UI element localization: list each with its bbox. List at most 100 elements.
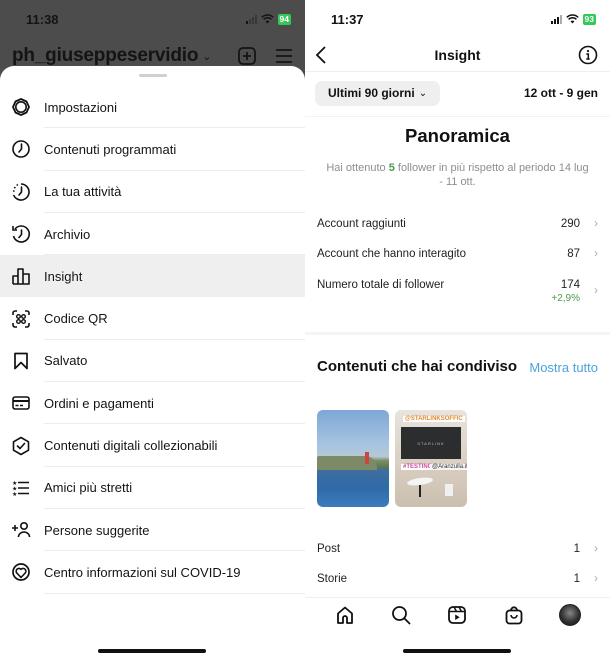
date-range: 12 ott - 9 gen (523, 86, 598, 100)
stat-value: 174 (560, 279, 580, 291)
close-friends-list-icon: ★ ★ ★ (11, 478, 31, 498)
menu-item-label: La tua attività (44, 184, 122, 200)
status-time: 11:37 (331, 11, 364, 27)
verified-check-icon (11, 436, 31, 456)
home-indicator[interactable] (98, 649, 206, 653)
wifi-icon (260, 14, 274, 24)
battery-indicator: 94 (277, 13, 291, 25)
story-mention-tag: @STARLINKSOFFIC (403, 416, 465, 422)
account-switcher[interactable]: ph_giuseppeservidio (12, 45, 198, 67)
clock-icon (11, 139, 31, 159)
tab-profile[interactable] (558, 603, 581, 626)
search-icon (392, 605, 411, 624)
menu-item-label: Contenuti programmati (44, 141, 177, 157)
activity-clock-icon (11, 182, 31, 202)
archive-history-icon (11, 224, 31, 244)
menu-item-label: Salvato (44, 353, 88, 369)
sheet-grabber[interactable] (139, 74, 167, 77)
stat-row-account-interagito[interactable]: Account che hanno interagito 87 › (317, 248, 598, 260)
credit-card-icon (11, 393, 31, 413)
story-thumbnail[interactable]: @STARLINKSOFFIC STARLINK #TESTING @Aranz… (395, 410, 467, 507)
back-chevron-icon[interactable] (315, 45, 327, 65)
menu-item-label: Codice QR (44, 311, 108, 327)
menu-item-impostazioni[interactable]: Impostazioni (0, 86, 305, 129)
menu-item-insight[interactable]: Insight (0, 255, 305, 298)
menu-item-codice-qr[interactable]: Codice QR (0, 297, 305, 341)
menu-item-contenuti-digitali-collezionabili[interactable]: Contenuti digitali collezionabili (0, 424, 305, 467)
period-label: Ultimi 90 giorni (328, 86, 415, 100)
plus-square-icon[interactable] (237, 46, 257, 66)
menu-item-label: Centro informazioni sul COVID-19 (44, 564, 241, 580)
menu-item-la-tua-attivita[interactable]: La tua attività (0, 171, 305, 214)
menu-item-salvato[interactable]: Salvato (0, 340, 305, 383)
tab-shop[interactable] (503, 604, 525, 626)
profile-avatar-icon (558, 603, 581, 626)
menu-item-label: Amici più stretti (44, 480, 133, 496)
status-bar: 11:37 93 (305, 0, 610, 38)
period-dropdown[interactable]: Ultimi 90 giorni ⌄ (315, 80, 441, 106)
menu-item-archivio[interactable]: Archivio (0, 213, 305, 256)
menu-item-label: Insight (44, 268, 83, 284)
divider (305, 116, 610, 117)
reels-icon (448, 605, 467, 624)
menu-item-contenuti-programmati[interactable]: Contenuti programmati (0, 128, 305, 171)
shared-content-title: Contenuti che hai condiviso (317, 358, 518, 375)
add-person-icon (11, 520, 31, 540)
tab-search[interactable] (390, 604, 412, 626)
cellular-signal-icon (550, 14, 562, 24)
chevron-down-icon[interactable]: ⌄ (202, 50, 211, 63)
chevron-right-icon: › (594, 573, 598, 585)
stat-row-account-raggiunti[interactable]: Account raggiunti 290 › (317, 218, 598, 230)
date-filter-row: Ultimi 90 giorni ⌄ 12 ott - 9 gen (315, 80, 598, 106)
menu-item-label: Impostazioni (44, 99, 117, 115)
shared-content-thumbnails: @STARLINKSOFFIC STARLINK #TESTING @Aranz… (317, 410, 467, 507)
battery-indicator: 93 (582, 13, 596, 25)
count-row-post[interactable]: Post 1 › (317, 543, 598, 555)
menu-item-label: Ordini e pagamenti (44, 395, 154, 411)
section-divider (305, 332, 610, 335)
hamburger-menu-icon[interactable] (275, 48, 293, 64)
post-thumbnail[interactable] (317, 410, 389, 507)
page-title: Insight (434, 46, 481, 63)
show-all-link[interactable]: Mostra tutto (529, 360, 598, 375)
bar-chart-icon (11, 266, 31, 286)
chevron-right-icon: › (594, 543, 598, 555)
wifi-icon (565, 14, 579, 24)
tab-home[interactable] (334, 604, 356, 626)
covid-heart-icon (11, 562, 31, 582)
stat-value: 290 (560, 218, 580, 230)
menu-bottom-sheet: Impostazioni Contenuti programmati La tu… (0, 66, 305, 660)
chevron-right-icon: › (594, 285, 598, 297)
cellular-signal-icon (245, 14, 257, 24)
count-value: 1 (573, 573, 580, 585)
tab-reels[interactable] (446, 604, 468, 626)
menu-item-persone-suggerite[interactable]: Persone suggerite (0, 509, 305, 552)
svg-text:★: ★ (12, 491, 17, 498)
menu-item-ordini-e-pagamenti[interactable]: Ordini e pagamenti (0, 382, 305, 425)
story-box: STARLINK (401, 427, 461, 459)
insight-screen: 11:37 93 Insight Ultimi 90 giorni ⌄ 12 o… (305, 0, 610, 660)
menu-item-label: Persone suggerite (44, 522, 150, 538)
account-menu-list: Impostazioni Contenuti programmati La tu… (0, 86, 305, 594)
stat-delta: +2,9% (551, 293, 580, 304)
home-indicator[interactable] (403, 649, 511, 653)
insight-nav-bar: Insight (305, 38, 610, 72)
count-row-storie[interactable]: Storie 1 › (317, 573, 598, 585)
bookmark-icon (11, 351, 31, 371)
bottom-tab-bar (305, 597, 610, 631)
chevron-right-icon: › (594, 248, 598, 260)
qr-code-icon (11, 309, 31, 329)
chevron-right-icon: › (594, 218, 598, 230)
menu-item-label: Contenuti digitali collezionabili (44, 438, 218, 454)
stat-value: 87 (567, 248, 580, 260)
menu-item-centro-covid[interactable]: Centro informazioni sul COVID-19 (0, 551, 305, 594)
account-menu-screen: 11:38 94 ph_giuseppeservidio ⌄ Impostazi… (0, 0, 305, 660)
overview-summary: Hai ottenuto 5 follower in più rispetto … (326, 162, 589, 188)
status-time: 11:38 (26, 11, 59, 27)
overview-title: Panoramica (405, 125, 510, 146)
stat-row-follower[interactable]: Numero totale di follower 174 +2,9% › (317, 279, 598, 304)
info-icon[interactable] (578, 45, 598, 65)
story-mention-tag: @Aranzulla.it (430, 464, 467, 470)
menu-item-amici-piu-stretti[interactable]: ★ ★ ★ Amici più stretti (0, 467, 305, 510)
home-icon (337, 606, 353, 624)
